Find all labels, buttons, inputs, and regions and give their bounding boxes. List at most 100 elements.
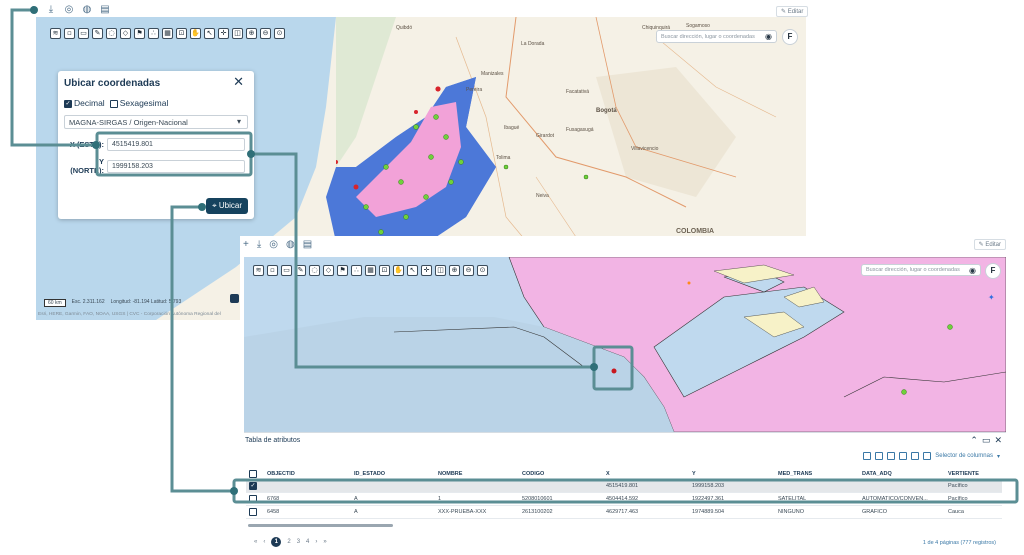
- page-button[interactable]: 3: [297, 539, 300, 545]
- zoom-out-icon[interactable]: ⊖: [463, 265, 474, 276]
- zoom-to-selection-icon[interactable]: [911, 452, 920, 460]
- last-page-icon[interactable]: »: [323, 539, 326, 545]
- maximize-icon[interactable]: ▭: [982, 435, 991, 446]
- fingerprint-icon[interactable]: ◍: [82, 5, 92, 15]
- close-icon[interactable]: ✕: [994, 435, 1002, 446]
- page-button[interactable]: 4: [306, 539, 309, 545]
- table-row[interactable]: 6768 A 1 5208010601 4504414.592 1922497.…: [246, 493, 1002, 506]
- split-icon[interactable]: ◫: [232, 28, 243, 39]
- column-header[interactable]: Y: [689, 471, 775, 477]
- eraser-icon[interactable]: ◇: [120, 28, 131, 39]
- export-csv-icon[interactable]: [875, 452, 884, 460]
- crosshair-icon[interactable]: ✛: [218, 28, 229, 39]
- map-view-zoomed[interactable]: ✦ ≋ ▫ ▭ ✎ ◌ ◇ ⚑ ∴ ▦ ⊡ ✋ ↖ ✛ ◫ ⊕ ⊖ ⊙ Busc…: [244, 257, 1006, 432]
- column-header[interactable]: OBJECTID: [264, 471, 351, 477]
- checkbox-checked-icon[interactable]: ✓: [249, 482, 257, 490]
- collapse-icon[interactable]: ⌃: [970, 435, 978, 446]
- table-row[interactable]: 6458 A XXX-PRUEBA-XXX 2613100202 4629717…: [246, 506, 1002, 519]
- fingerprint-icon[interactable]: ◍: [286, 239, 295, 250]
- projection-select[interactable]: MAGNA-SIRGAS / Origen-Nacional ▾: [64, 115, 248, 129]
- pointer-icon[interactable]: ↖: [407, 265, 418, 276]
- plus-icon[interactable]: +: [243, 239, 249, 250]
- download-icon[interactable]: ⤓: [46, 5, 56, 15]
- camera-icon[interactable]: ◎: [64, 5, 74, 15]
- zoom-extent-icon[interactable]: ⊙: [274, 28, 285, 39]
- overview-toggle-icon[interactable]: [230, 294, 239, 303]
- y-coordinate-input[interactable]: 1999158.203: [107, 159, 245, 173]
- sexagesimal-option[interactable]: Sexagesimal: [109, 98, 168, 108]
- column-selector-button[interactable]: Selector de columnas: [935, 453, 993, 459]
- plus-icon[interactable]: +: [28, 5, 38, 15]
- legend-icon[interactable]: ▫: [64, 28, 75, 39]
- checkbox-icon[interactable]: [249, 470, 257, 478]
- eye-icon[interactable]: ◉: [765, 32, 772, 41]
- prev-page-icon[interactable]: ‹: [263, 539, 265, 545]
- column-header[interactable]: VERTIENTE: [945, 471, 997, 477]
- located-point[interactable]: [611, 368, 617, 374]
- map-search-input[interactable]: Buscar dirección, lugar o coordenadas ◉: [861, 264, 981, 276]
- checkbox-icon[interactable]: [109, 99, 118, 108]
- eye-icon[interactable]: ◉: [969, 266, 976, 275]
- decimal-option[interactable]: ✓ Decimal: [64, 98, 105, 108]
- points-icon[interactable]: ∴: [148, 28, 159, 39]
- zoom-in-icon[interactable]: ⊕: [246, 28, 257, 39]
- zoom-extent-icon[interactable]: ⊙: [477, 265, 488, 276]
- select-all-checkbox[interactable]: [246, 470, 264, 478]
- pencil-icon[interactable]: ✎: [295, 265, 306, 276]
- edit-button[interactable]: ✎ Editar: [776, 6, 809, 17]
- hand-icon[interactable]: ✋: [190, 28, 201, 39]
- table-icon[interactable]: ▦: [162, 28, 173, 39]
- eraser-icon[interactable]: ◇: [323, 265, 334, 276]
- document-icon[interactable]: ▤: [303, 239, 312, 250]
- table-icon[interactable]: ▦: [365, 265, 376, 276]
- flag-icon[interactable]: ⚑: [134, 28, 145, 39]
- f-button[interactable]: F: [782, 29, 798, 45]
- export-pdf-icon[interactable]: [899, 452, 908, 460]
- legend-icon[interactable]: ▫: [267, 265, 278, 276]
- checkbox-icon[interactable]: [249, 495, 257, 503]
- checkbox-checked-icon[interactable]: ✓: [64, 99, 72, 108]
- next-page-icon[interactable]: ›: [315, 539, 317, 545]
- map-search-input[interactable]: Buscar dirección, lugar o coordenadas ◉: [656, 30, 777, 43]
- column-header[interactable]: X: [603, 471, 689, 477]
- horizontal-scrollbar[interactable]: [248, 524, 393, 527]
- ruler-icon[interactable]: ▭: [281, 265, 292, 276]
- first-page-icon[interactable]: «: [254, 539, 257, 545]
- x-coordinate-input[interactable]: 4515419.801: [107, 138, 245, 151]
- download-icon[interactable]: ⤓: [257, 239, 261, 250]
- chat-icon[interactable]: ◌: [106, 28, 117, 39]
- crosshair-icon[interactable]: ✛: [421, 265, 432, 276]
- zoom-in-icon[interactable]: ⊕: [449, 265, 460, 276]
- zoom-out-icon[interactable]: ⊖: [260, 28, 271, 39]
- chat-icon[interactable]: ◌: [309, 265, 320, 276]
- edit-button[interactable]: ✎ Editar: [973, 239, 1006, 250]
- share-icon[interactable]: ⊡: [176, 28, 187, 39]
- ruler-icon[interactable]: ▭: [78, 28, 89, 39]
- pointer-icon[interactable]: ↖: [204, 28, 215, 39]
- export-shape-icon[interactable]: [887, 452, 896, 460]
- page-button[interactable]: 1: [271, 537, 282, 547]
- locate-button[interactable]: ⌖ Ubicar: [206, 198, 248, 214]
- document-icon[interactable]: ▤: [100, 5, 110, 15]
- page-button[interactable]: 2: [287, 539, 290, 545]
- pencil-icon[interactable]: ✎: [92, 28, 103, 39]
- layers-icon[interactable]: ≋: [253, 265, 264, 276]
- points-icon[interactable]: ∴: [351, 265, 362, 276]
- close-icon[interactable]: ✕: [233, 74, 244, 90]
- table-row[interactable]: ✓ 4515419.801 1999158.203 Pacífico: [246, 480, 1002, 493]
- column-header[interactable]: ID_ESTADO: [351, 471, 435, 477]
- flag-icon[interactable]: ⚑: [337, 265, 348, 276]
- share-icon[interactable]: ⊡: [379, 265, 390, 276]
- f-button[interactable]: F: [985, 263, 1001, 279]
- column-header[interactable]: CODIGO: [519, 471, 603, 477]
- split-icon[interactable]: ◫: [435, 265, 446, 276]
- column-header[interactable]: MED_TRANS: [775, 471, 859, 477]
- camera-icon[interactable]: ◎: [269, 239, 278, 250]
- column-header[interactable]: DATA_ADQ: [859, 471, 945, 477]
- hand-icon[interactable]: ✋: [393, 265, 404, 276]
- export-excel-icon[interactable]: [863, 452, 872, 460]
- columns-icon[interactable]: [923, 452, 932, 460]
- column-header[interactable]: NOMBRE: [435, 471, 519, 477]
- checkbox-icon[interactable]: [249, 508, 257, 516]
- layers-icon[interactable]: ≋: [50, 28, 61, 39]
